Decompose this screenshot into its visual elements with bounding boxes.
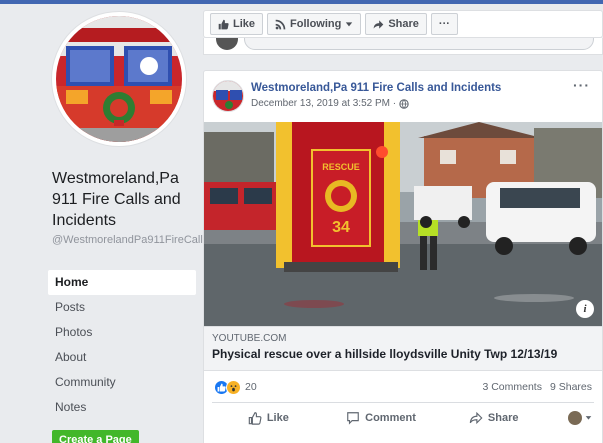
post-share-label: Share xyxy=(487,411,519,424)
thumbs-up-outline-icon xyxy=(248,411,262,425)
nav-item-posts[interactable]: Posts xyxy=(48,295,196,320)
caret-down-icon xyxy=(346,22,353,27)
link-domain: YOUTUBE.COM xyxy=(212,333,287,344)
more-options-label: ··· xyxy=(438,18,450,30)
link-preview[interactable]: YOUTUBE.COM Physical rescue over a hills… xyxy=(204,326,602,371)
page-title: Westmoreland,Pa 911 Fire Calls and Incid… xyxy=(52,170,181,229)
nav-item-notes[interactable]: Notes xyxy=(48,395,196,420)
author-avatar-image xyxy=(213,81,243,111)
post-stats: 20 3 Comments 9 Shares xyxy=(204,375,602,399)
wow-reaction-icon xyxy=(226,379,241,395)
like-page-button[interactable]: Like xyxy=(210,13,264,35)
page-action-bar: Like Following Share ··· xyxy=(203,10,603,38)
post-share-button[interactable]: Share xyxy=(437,411,550,425)
page-handle[interactable]: @WestmorelandPa911FireCallsandIncidents xyxy=(52,234,271,247)
truck-number-label: 34 xyxy=(332,219,350,236)
following-button[interactable]: Following xyxy=(267,13,362,35)
post-timestamp[interactable]: December 13, 2019 at 3:52 PM · xyxy=(251,98,396,109)
truck-door-label: RESCUE xyxy=(322,162,360,172)
previous-post-bottom xyxy=(203,38,603,55)
globe-icon xyxy=(399,98,409,109)
post-card: Westmoreland,Pa 911 Fire Calls and Incid… xyxy=(203,70,603,443)
share-arrow-outline-icon xyxy=(469,411,483,424)
create-page-button[interactable]: Create a Page xyxy=(52,430,139,443)
info-icon[interactable]: i xyxy=(576,300,594,318)
post-comment-label: Comment xyxy=(365,411,416,424)
post-comment-button[interactable]: Comment xyxy=(325,411,438,425)
comment-input[interactable] xyxy=(244,38,594,50)
top-bar xyxy=(0,0,603,4)
page-nav: Home Posts Photos About Community Notes xyxy=(48,270,196,420)
like-page-label: Like xyxy=(233,18,256,30)
nav-item-community[interactable]: Community xyxy=(48,370,196,395)
more-options-button[interactable]: ··· xyxy=(430,13,458,35)
post-author-avatar[interactable] xyxy=(212,80,244,112)
post-author-name[interactable]: Westmoreland,Pa 911 Fire Calls and Incid… xyxy=(251,82,501,94)
post-like-label: Like xyxy=(266,411,289,424)
thumbs-up-icon xyxy=(218,19,229,29)
share-arrow-icon xyxy=(374,19,384,29)
rescue-truck-scene-image: RESCUE 34 xyxy=(204,122,602,326)
reactions-summary[interactable]: 20 xyxy=(214,379,257,395)
comment-bubble-icon xyxy=(347,411,359,425)
following-label: Following xyxy=(290,18,342,30)
nav-item-photos[interactable]: Photos xyxy=(48,320,196,345)
profile-picture[interactable] xyxy=(52,12,186,146)
post-options-button[interactable]: ··· xyxy=(573,77,590,93)
user-avatar xyxy=(568,410,583,425)
reactions-count: 20 xyxy=(245,381,257,393)
share-page-button[interactable]: Share xyxy=(365,13,427,35)
post-like-button[interactable]: Like xyxy=(212,411,325,425)
rss-icon xyxy=(275,19,286,29)
post-as-selector[interactable] xyxy=(550,410,594,425)
nav-item-about[interactable]: About xyxy=(48,345,196,370)
share-page-label: Share xyxy=(388,18,419,30)
video-thumbnail[interactable]: RESCUE 34 i xyxy=(204,122,602,326)
caret-down-icon xyxy=(585,416,592,420)
nav-item-home[interactable]: Home xyxy=(48,270,196,295)
comments-count-link[interactable]: 3 Comments xyxy=(482,381,542,393)
commenter-avatar xyxy=(216,38,238,50)
post-actions: Like Comment Share xyxy=(212,402,594,432)
link-title[interactable]: Physical rescue over a hillside lloydsvi… xyxy=(212,347,594,361)
post-meta: December 13, 2019 at 3:52 PM · xyxy=(251,98,409,109)
fire-truck-front-image xyxy=(56,16,182,142)
shares-count-link[interactable]: 9 Shares xyxy=(550,381,592,393)
